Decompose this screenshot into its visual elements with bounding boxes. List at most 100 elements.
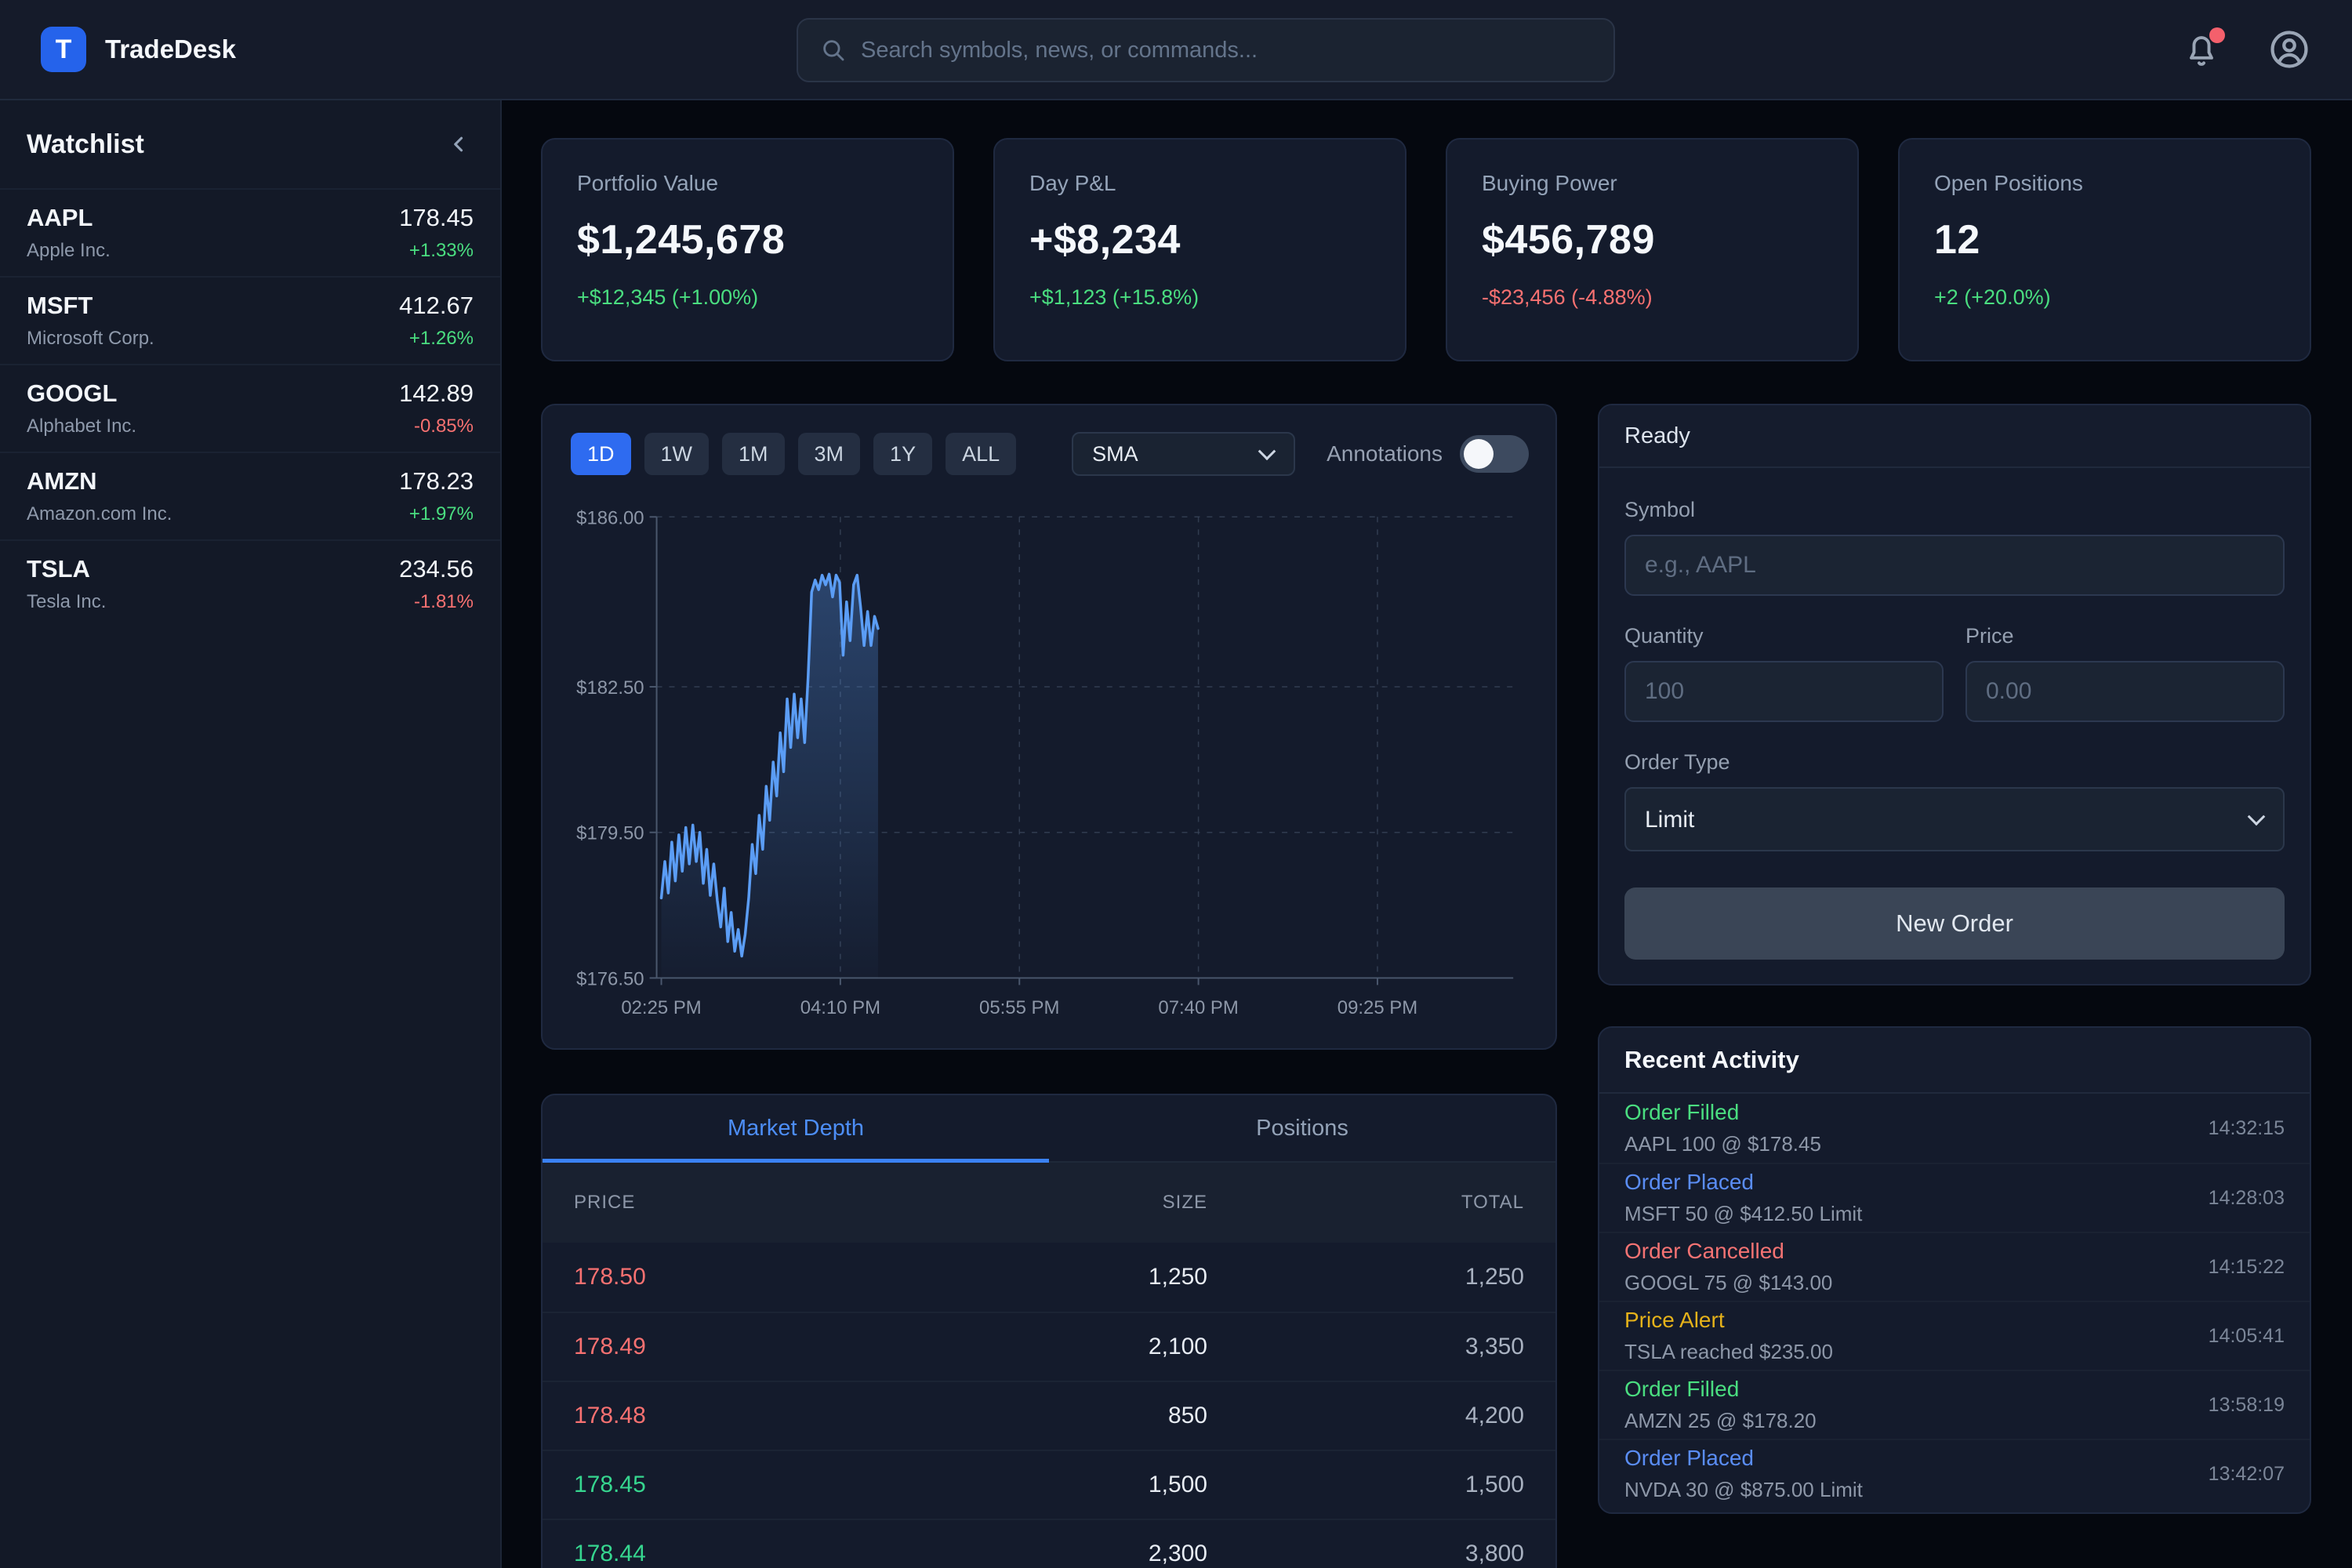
activity-detail: AMZN 25 @ $178.20 xyxy=(1624,1409,1817,1433)
depth-row[interactable]: 178.44 2,300 3,800 xyxy=(543,1519,1555,1568)
activity-time: 14:28:03 xyxy=(2209,1187,2285,1210)
quantity-label: Quantity xyxy=(1624,624,1944,648)
collapse-sidebar-button[interactable] xyxy=(445,131,472,158)
svg-text:$179.50: $179.50 xyxy=(576,823,644,844)
depth-price: 178.49 xyxy=(574,1334,891,1360)
depth-tab[interactable]: Positions xyxy=(1049,1095,1555,1161)
activity-detail: AAPL 100 @ $178.45 xyxy=(1624,1132,1821,1156)
stat-value: 12 xyxy=(1934,216,2275,263)
depth-table-body: 178.50 1,250 1,250 178.49 2,100 3,350 17… xyxy=(543,1243,1555,1568)
main-content: Portfolio Value $1,245,678 +$12,345 (+1.… xyxy=(502,100,2352,1568)
watchlist-change: -0.85% xyxy=(414,416,474,437)
watchlist-item[interactable]: GOOGL Alphabet Inc. 142.89 -0.85% xyxy=(0,364,500,452)
stat-label: Day P&L xyxy=(1029,171,1370,196)
order-ticket-card: Ready Symbol Quantity Price xyxy=(1598,404,2311,985)
depth-price: 178.48 xyxy=(574,1403,891,1429)
timeframe-button[interactable]: 1M xyxy=(722,433,785,475)
timeframe-button[interactable]: 1Y xyxy=(873,433,932,475)
depth-price: 178.44 xyxy=(574,1541,891,1567)
stat-value: +$8,234 xyxy=(1029,216,1370,263)
quantity-input[interactable] xyxy=(1624,661,1944,722)
annotations-toggle[interactable] xyxy=(1460,435,1529,473)
activity-item: Order Placed NVDA 30 @ $875.00 Limit 13:… xyxy=(1599,1439,2310,1508)
activity-time: 14:15:22 xyxy=(2209,1256,2285,1279)
watchlist-symbol: TSLA xyxy=(27,555,106,583)
timeframe-button[interactable]: ALL xyxy=(946,433,1016,475)
stat-delta: +$1,123 (+15.8%) xyxy=(1029,285,1370,310)
depth-row[interactable]: 178.50 1,250 1,250 xyxy=(543,1243,1555,1312)
depth-tab-label: Positions xyxy=(1256,1116,1348,1142)
depth-tabs: Market Depth Positions xyxy=(543,1095,1555,1163)
stat-card: Buying Power $456,789 -$23,456 (-4.88%) xyxy=(1446,138,1859,361)
depth-tab[interactable]: Market Depth xyxy=(543,1095,1049,1161)
watchlist-symbol: AAPL xyxy=(27,204,111,232)
notifications-button[interactable] xyxy=(2181,29,2222,70)
avatar-icon xyxy=(2267,27,2311,71)
activity-type: Order Placed xyxy=(1624,1446,1863,1471)
activity-time: 13:42:07 xyxy=(2209,1463,2285,1486)
search-bar xyxy=(797,18,1615,82)
new-order-button[interactable]: New Order xyxy=(1624,887,2285,960)
activity-item: Order Filled AAPL 100 @ $178.45 14:32:15 xyxy=(1599,1094,2310,1163)
depth-tab-label: Market Depth xyxy=(728,1116,864,1142)
user-avatar-button[interactable] xyxy=(2267,27,2311,71)
price-chart[interactable]: $186.00$182.50$179.50$176.5002:25 PM04:1… xyxy=(543,405,1555,1048)
timeframe-button[interactable]: 1W xyxy=(644,433,710,475)
watchlist-item[interactable]: MSFT Microsoft Corp. 412.67 +1.26% xyxy=(0,276,500,364)
price-input[interactable] xyxy=(1965,661,2285,722)
watchlist-symbol: AMZN xyxy=(27,467,172,495)
watchlist-change: +1.97% xyxy=(409,503,474,525)
depth-size: 1,500 xyxy=(891,1472,1207,1498)
top-bar: T TradeDesk xyxy=(0,0,2352,100)
depth-total: 1,250 xyxy=(1207,1264,1524,1290)
depth-price: 178.50 xyxy=(574,1264,891,1290)
stats-row: Portfolio Value $1,245,678 +$12,345 (+1.… xyxy=(541,138,2311,361)
watchlist-sidebar: Watchlist AAPL Apple Inc. 178.45 +1.33% … xyxy=(0,100,502,1568)
activity-list: Order Filled AAPL 100 @ $178.45 14:32:15… xyxy=(1599,1094,2310,1508)
svg-text:$176.50: $176.50 xyxy=(576,968,644,989)
watchlist-item[interactable]: TSLA Tesla Inc. 234.56 -1.81% xyxy=(0,539,500,627)
symbol-input[interactable] xyxy=(1624,535,2285,596)
timeframe-button[interactable]: 1D xyxy=(571,433,631,475)
notification-dot xyxy=(2209,27,2225,43)
svg-text:02:25 PM: 02:25 PM xyxy=(621,997,701,1018)
stat-value: $456,789 xyxy=(1482,216,1823,263)
depth-size: 2,100 xyxy=(891,1334,1207,1360)
activity-type: Order Placed xyxy=(1624,1170,1862,1195)
watchlist-item[interactable]: AAPL Apple Inc. 178.45 +1.33% xyxy=(0,188,500,276)
column-header: PRICE xyxy=(574,1192,891,1214)
depth-row[interactable]: 178.48 850 4,200 xyxy=(543,1381,1555,1450)
column-header: TOTAL xyxy=(1207,1192,1524,1214)
watchlist-price: 234.56 xyxy=(399,555,474,583)
activity-time: 14:32:15 xyxy=(2209,1117,2285,1140)
stat-delta: +$12,345 (+1.00%) xyxy=(577,285,918,310)
depth-row[interactable]: 178.49 2,100 3,350 xyxy=(543,1312,1555,1381)
depth-size: 2,300 xyxy=(891,1541,1207,1567)
order-type-select-wrap: Limit xyxy=(1624,787,2285,851)
watchlist-price: 142.89 xyxy=(399,379,474,408)
activity-type: Order Filled xyxy=(1624,1100,1821,1125)
watchlist-change: +1.33% xyxy=(409,240,474,262)
order-status: Ready xyxy=(1599,405,2310,468)
indicator-select[interactable]: SMA xyxy=(1073,434,1294,474)
market-depth-card: Market Depth Positions PRICE SIZE TOTAL … xyxy=(541,1094,1557,1568)
timeframe-button[interactable]: 3M xyxy=(798,433,861,475)
activity-time: 14:05:41 xyxy=(2209,1325,2285,1348)
activity-detail: TSLA reached $235.00 xyxy=(1624,1340,1833,1364)
activity-time: 13:58:19 xyxy=(2209,1394,2285,1417)
watchlist-company: Apple Inc. xyxy=(27,240,111,262)
chart-controls: 1D 1W 1M 3M 1Y ALL SMA Annotations xyxy=(543,405,1555,476)
order-type-select[interactable]: Limit xyxy=(1626,789,2283,850)
svg-text:07:40 PM: 07:40 PM xyxy=(1158,997,1238,1018)
depth-total: 1,500 xyxy=(1207,1472,1524,1498)
watchlist-item[interactable]: AMZN Amazon.com Inc. 178.23 +1.97% xyxy=(0,452,500,539)
depth-total: 3,800 xyxy=(1207,1541,1524,1567)
watchlist-change: +1.26% xyxy=(409,328,474,350)
watchlist-title: Watchlist xyxy=(27,129,144,160)
brand-name: TradeDesk xyxy=(105,34,236,64)
depth-row[interactable]: 178.45 1,500 1,500 xyxy=(543,1450,1555,1519)
column-header: SIZE xyxy=(891,1192,1207,1214)
depth-size: 850 xyxy=(891,1403,1207,1429)
search-input[interactable] xyxy=(847,20,1613,81)
timeframe-group: 1D 1W 1M 3M 1Y ALL xyxy=(571,433,1029,475)
